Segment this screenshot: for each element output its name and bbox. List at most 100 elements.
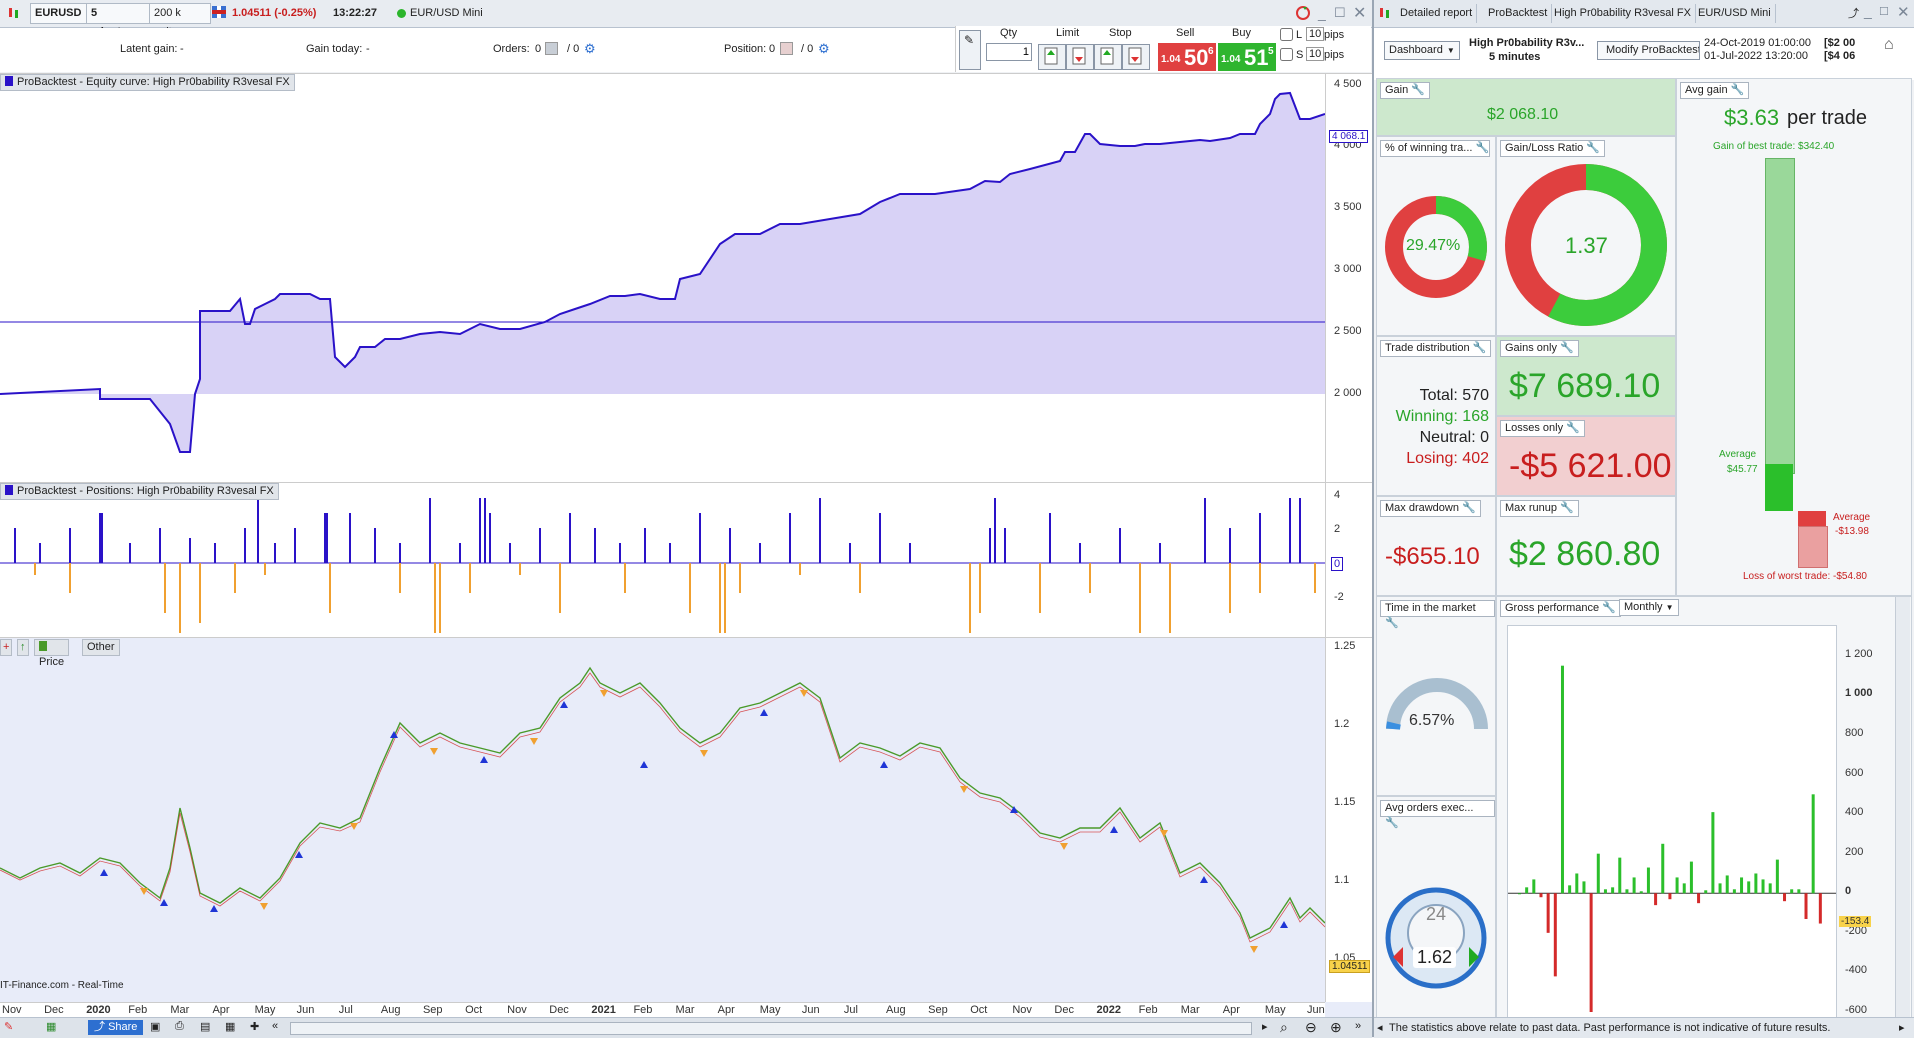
- position-icon[interactable]: [780, 42, 793, 55]
- gear-icon[interactable]: ⚙: [584, 41, 596, 57]
- minimize-icon[interactable]: _: [1864, 3, 1872, 19]
- tab-instrument[interactable]: EUR/USD Mini: [1694, 4, 1776, 23]
- add-indicator-icon[interactable]: ↑: [17, 639, 29, 656]
- wrench-icon[interactable]: 🔧: [1602, 602, 1616, 614]
- refresh-icon[interactable]: [1294, 4, 1312, 25]
- timeframe-selector[interactable]: 5 minutes▼: [86, 3, 150, 38]
- avg-gain-title[interactable]: Avg gain 🔧: [1680, 82, 1750, 99]
- scroll-right-icon[interactable]: ▸: [1262, 1020, 1268, 1033]
- print-icon[interactable]: ⎙: [175, 1020, 184, 1033]
- dashboard-dropdown[interactable]: Dashboard ▼: [1384, 41, 1460, 60]
- gross-bar: [1661, 843, 1665, 894]
- l-pips-input[interactable]: 10: [1306, 27, 1325, 41]
- l-checkbox[interactable]: [1280, 28, 1293, 41]
- equity-chart-label[interactable]: ProBacktest - Equity curve: High Pr0babi…: [0, 74, 295, 91]
- wrench-icon[interactable]: 🔧: [1462, 502, 1476, 514]
- calendar-icon[interactable]: ▤: [200, 1020, 210, 1033]
- avg-orders-title[interactable]: Avg orders exec... 🔧: [1380, 800, 1495, 829]
- wrench-icon[interactable]: 🔧: [1473, 342, 1487, 354]
- s-checkbox[interactable]: [1280, 48, 1293, 61]
- close-panel-icon[interactable]: +: [0, 639, 13, 656]
- grid-icon[interactable]: ▦: [225, 1020, 235, 1033]
- wrench-icon[interactable]: ⌂: [1884, 36, 1894, 54]
- modify-probacktest-button[interactable]: Modify ProBacktest: [1597, 41, 1700, 60]
- wrench-icon[interactable]: 🔧: [1385, 617, 1399, 629]
- wrench-icon[interactable]: 🔧: [1385, 817, 1399, 829]
- sell-price-big: 50: [1184, 45, 1209, 70]
- wrench-icon[interactable]: 🔧: [1731, 84, 1745, 96]
- trade-distribution-title[interactable]: Trade distribution 🔧: [1380, 340, 1492, 357]
- gross-performance-title[interactable]: Gross performance 🔧: [1500, 600, 1621, 617]
- avg-gain-unit: per trade: [1787, 107, 1868, 129]
- chart-type-icon[interactable]: ▦: [46, 1020, 56, 1033]
- pin-icon[interactable]: ✚: [250, 1020, 259, 1033]
- positions-chart-label[interactable]: ProBacktest - Positions: High Pr0babilit…: [0, 483, 279, 500]
- horizontal-scrollbar[interactable]: [290, 1022, 1252, 1035]
- max-drawdown-title[interactable]: Max drawdown 🔧: [1380, 500, 1481, 517]
- zoom-fit-icon[interactable]: ⌕: [1280, 1019, 1288, 1036]
- wrench-icon[interactable]: 🔧: [1586, 142, 1600, 154]
- tab-detailed-report[interactable]: Detailed report: [1396, 4, 1478, 23]
- gear-icon[interactable]: ⚙: [818, 41, 830, 57]
- minimize-icon[interactable]: _: [1318, 5, 1326, 21]
- sell-label: Sell: [1176, 27, 1195, 39]
- wrench-icon[interactable]: ✎: [959, 30, 981, 70]
- gross-bar: [1711, 812, 1715, 894]
- symbol-selector[interactable]: EURUSD▼: [30, 3, 93, 24]
- scroll-left-icon[interactable]: «: [272, 1020, 278, 1032]
- limit-sell-button[interactable]: [1066, 44, 1094, 70]
- gross-bar: [1697, 893, 1701, 904]
- share-button[interactable]: ⤴ Share: [88, 1020, 144, 1035]
- share-icon[interactable]: ⤴: [1848, 5, 1859, 21]
- gain-title[interactable]: Gain 🔧: [1380, 82, 1431, 99]
- wrench-icon[interactable]: 🔧: [1560, 502, 1574, 514]
- price-y-tick: 1.1: [1334, 874, 1350, 886]
- vertical-scrollbar[interactable]: [1895, 597, 1910, 1017]
- winning-pct-title[interactable]: % of winning tra... 🔧: [1380, 140, 1490, 157]
- total-label: Total:: [1419, 387, 1458, 404]
- period-dropdown[interactable]: Monthly ▼: [1619, 599, 1679, 616]
- s-label: S: [1296, 49, 1304, 61]
- stop-buy-button[interactable]: [1094, 44, 1122, 70]
- tab-system-name[interactable]: High Pr0bability R3vesal FX: [1550, 4, 1696, 23]
- period-label: Monthly: [1624, 601, 1663, 613]
- max-runup-title[interactable]: Max runup 🔧: [1500, 500, 1579, 517]
- losses-only-title[interactable]: Losses only 🔧: [1500, 420, 1585, 437]
- time-in-market-title[interactable]: Time in the market 🔧: [1380, 600, 1495, 629]
- gross-bar: [1804, 893, 1808, 919]
- wrench-icon[interactable]: 🔧: [1411, 84, 1425, 96]
- draw-icon[interactable]: ✎: [4, 1020, 13, 1033]
- buy-button[interactable]: 1.04 51 5: [1218, 43, 1276, 71]
- qty-input[interactable]: [986, 43, 1032, 61]
- maximize-icon[interactable]: ☐: [1879, 5, 1889, 18]
- tab-other[interactable]: Other: [82, 639, 120, 656]
- zoom-in-icon[interactable]: ⊕: [1330, 1019, 1342, 1036]
- orders-label: Orders:: [493, 43, 530, 55]
- units-selector[interactable]: 200 k units▼: [149, 3, 211, 38]
- gross-bar: [1790, 889, 1794, 894]
- tab-probacktest[interactable]: ProBacktest: [1484, 4, 1553, 23]
- sell-button[interactable]: 1.04 50 6: [1158, 43, 1216, 71]
- scroll-end-icon[interactable]: »: [1355, 1020, 1361, 1032]
- close-icon[interactable]: ✕: [1897, 3, 1910, 21]
- splitter[interactable]: [1372, 0, 1374, 1037]
- tab-price[interactable]: Price: [34, 639, 70, 668]
- orders-icon[interactable]: [545, 42, 558, 55]
- zoom-out-icon[interactable]: ⊖: [1305, 1019, 1317, 1036]
- gains-only-title[interactable]: Gains only 🔧: [1500, 340, 1579, 357]
- gross-y-tick: 1 200: [1845, 647, 1873, 660]
- scroll-right-icon[interactable]: ▸: [1899, 1018, 1905, 1038]
- limit-buy-button[interactable]: [1038, 44, 1066, 70]
- candles-icon[interactable]: [6, 5, 22, 21]
- buy-price-sup: 5: [1268, 46, 1274, 57]
- wrench-icon[interactable]: 🔧: [1566, 422, 1580, 434]
- x-axis-tick: Nov: [2, 1004, 22, 1016]
- window-icon[interactable]: ▣: [150, 1020, 160, 1033]
- maximize-icon[interactable]: ☐: [1334, 5, 1346, 21]
- s-pips-input[interactable]: 10: [1306, 47, 1325, 61]
- stop-sell-button[interactable]: [1122, 44, 1150, 70]
- gain-loss-ratio-title[interactable]: Gain/Loss Ratio 🔧: [1500, 140, 1606, 157]
- wrench-icon[interactable]: 🔧: [1476, 142, 1490, 154]
- close-icon[interactable]: ✕: [1353, 3, 1366, 23]
- wrench-icon[interactable]: 🔧: [1560, 342, 1574, 354]
